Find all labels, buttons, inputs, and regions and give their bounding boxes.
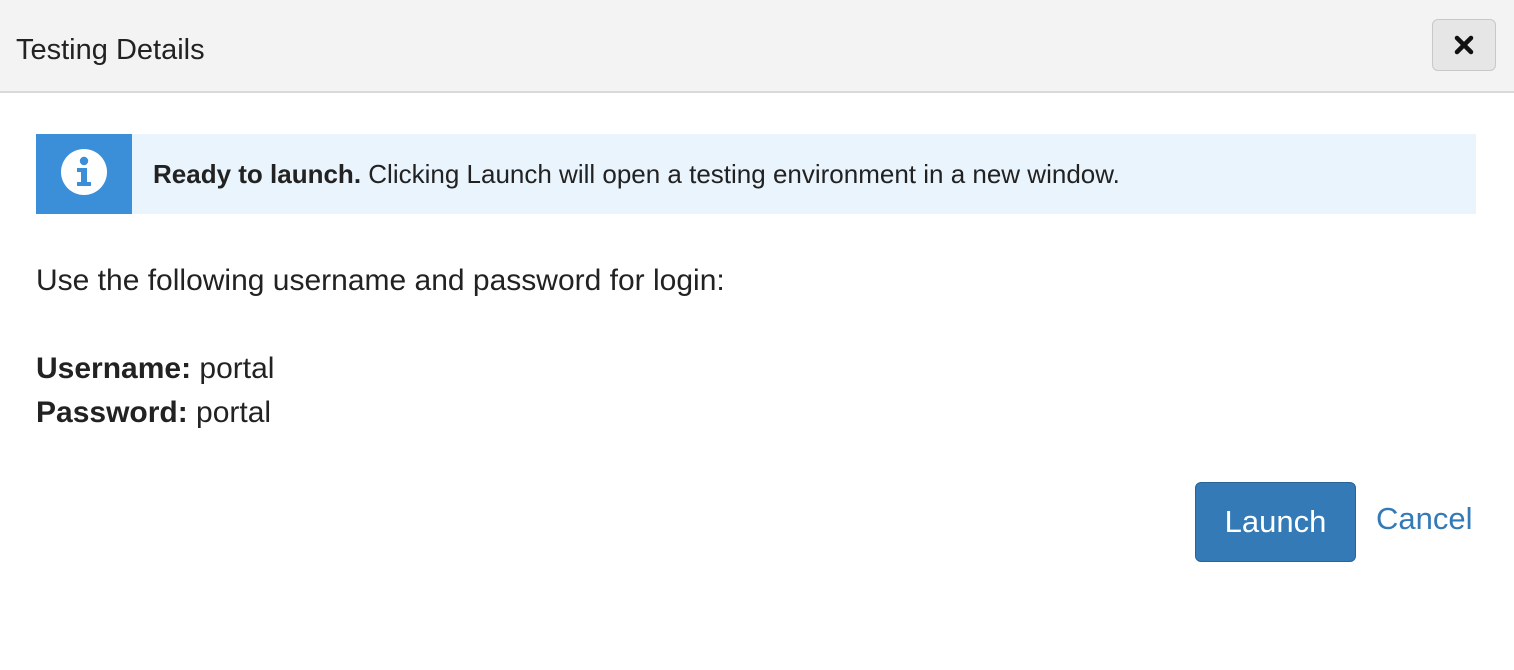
username-line: Username: portal: [36, 351, 274, 387]
alert-message: Ready to launch. Clicking Launch will op…: [153, 158, 1120, 190]
info-icon: [60, 148, 108, 201]
info-alert: Ready to launch. Clicking Launch will op…: [36, 134, 1476, 214]
password-line: Password: portal: [36, 395, 271, 431]
launch-button[interactable]: Launch: [1195, 482, 1356, 562]
alert-body-text: Clicking Launch will open a testing envi…: [361, 159, 1120, 189]
alert-icon-box: [36, 134, 132, 214]
login-instructions: Use the following username and password …: [36, 264, 725, 297]
username-value: portal: [191, 352, 275, 385]
alert-strong-text: Ready to launch.: [153, 159, 362, 189]
testing-details-dialog: Testing Details Ready to launch. Clickin…: [0, 0, 1514, 670]
username-label: Username:: [36, 352, 192, 385]
dialog-title: Testing Details: [16, 34, 205, 66]
close-icon: [1454, 35, 1474, 55]
password-label: Password:: [36, 396, 188, 429]
close-button[interactable]: [1432, 19, 1496, 71]
cancel-link[interactable]: Cancel: [1376, 501, 1473, 537]
dialog-header: Testing Details: [0, 0, 1514, 93]
password-value: portal: [187, 396, 272, 429]
